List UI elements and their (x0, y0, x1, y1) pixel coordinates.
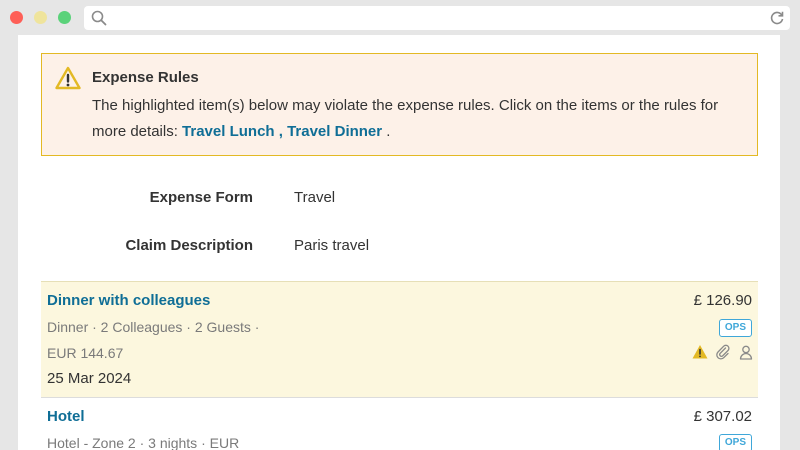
search-icon (90, 9, 108, 27)
expense-item-icons (692, 344, 754, 360)
expense-item-original-amount: EUR 144.67 (47, 345, 124, 361)
alert-message: The highlighted item(s) below may violat… (92, 93, 742, 145)
warning-icon[interactable] (692, 344, 708, 360)
reload-icon[interactable] (768, 9, 786, 27)
expense-item-amount: £ 307.02 (693, 408, 752, 425)
expense-item-title[interactable]: Dinner with colleagues (47, 292, 210, 309)
expense-item-row[interactable]: Dinner with colleagues Dinner · 2 Collea… (41, 281, 758, 398)
alert-message-trailing: . (382, 123, 391, 140)
expense-item-details: Hotel - Zone 2 · 3 nights · EUR (47, 435, 240, 450)
minimize-window-button[interactable] (34, 11, 47, 24)
warning-icon (55, 66, 81, 90)
expense-form-label: Expense Form (149, 189, 253, 206)
person-icon[interactable] (738, 344, 754, 360)
claim-description-label: Claim Description (125, 237, 253, 254)
expense-rules-alert: Expense Rules The highlighted item(s) be… (41, 53, 758, 156)
expense-form-value: Travel (294, 189, 336, 206)
browser-chrome (0, 0, 800, 35)
expense-item-amount: £ 126.90 (693, 292, 752, 309)
expense-item-date: 25 Mar 2024 (47, 370, 132, 387)
address-bar[interactable] (84, 6, 790, 30)
expense-item-details: Dinner · 2 Colleagues · 2 Guests · (47, 319, 260, 335)
rule-links[interactable]: Travel Lunch , Travel Dinner (182, 123, 382, 140)
claim-description-value: Paris travel (294, 237, 370, 254)
expense-item-title[interactable]: Hotel (47, 408, 85, 425)
close-window-button[interactable] (10, 11, 23, 24)
expense-item-row[interactable]: Hotel Hotel - Zone 2 · 3 nights · EUR £ … (41, 398, 758, 450)
maximize-window-button[interactable] (58, 11, 71, 24)
cost-center-badge: OPS (718, 319, 752, 337)
alert-title: Expense Rules (92, 69, 199, 86)
cost-center-badge: OPS (718, 434, 752, 450)
page-content: Expense Rules The highlighted item(s) be… (18, 35, 780, 450)
paperclip-icon[interactable] (715, 344, 731, 360)
